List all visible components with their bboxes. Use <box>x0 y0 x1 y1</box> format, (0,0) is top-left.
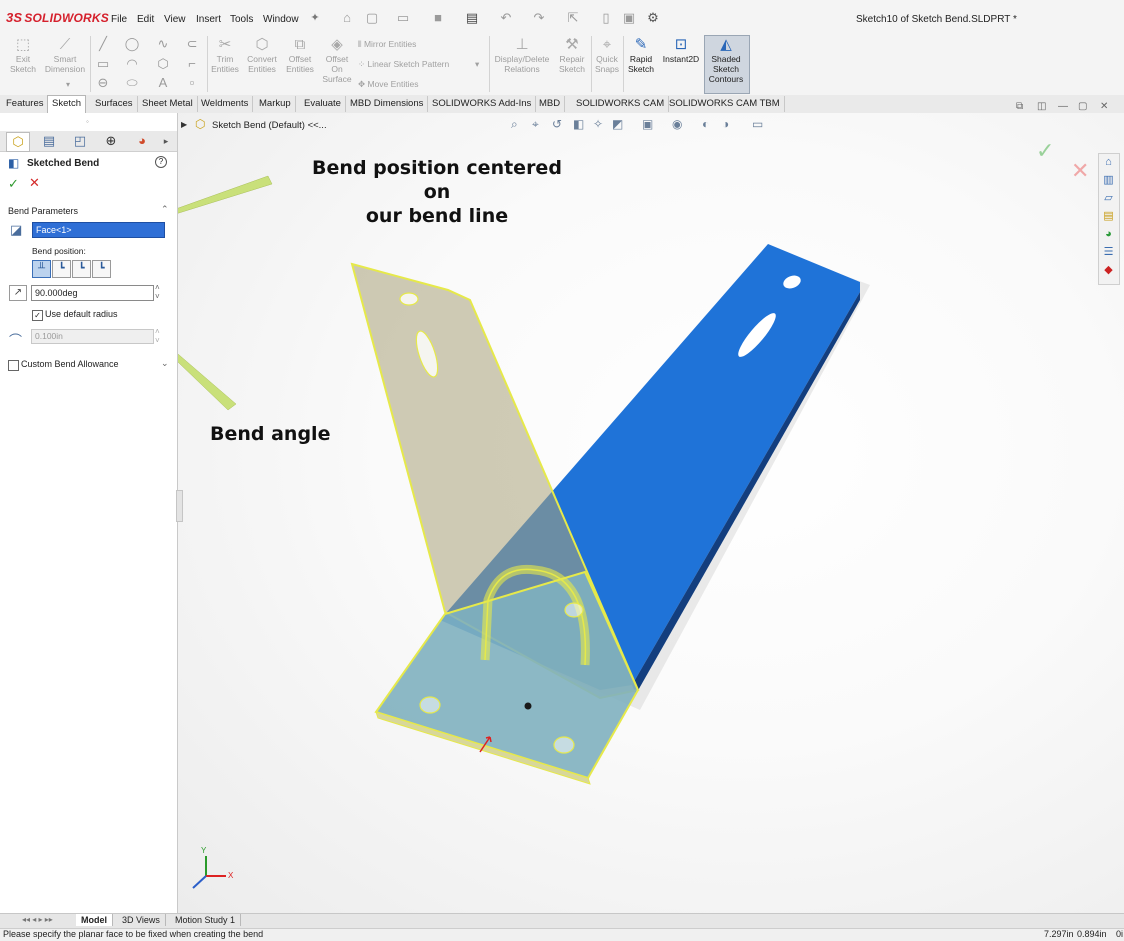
base-plate <box>374 570 640 780</box>
angle-spin-up-icon[interactable]: ˄ <box>155 283 160 292</box>
view-palette-icon[interactable]: ▤ <box>1101 209 1116 224</box>
zoom-area-icon[interactable]: ⌖ <box>532 117 539 132</box>
custom-bend-allowance-label: Custom Bend Allowance <box>21 359 119 369</box>
feature-tree-label[interactable]: Sketch Bend (Default) <<... <box>212 120 327 131</box>
panel-splitter-icon[interactable]: ◦ <box>86 117 89 126</box>
base-small-hole <box>524 702 532 710</box>
panel-resize-handle[interactable] <box>176 490 183 522</box>
sketched-bend-icon: ◧ <box>8 156 20 170</box>
tile-icon[interactable]: ⧉ <box>1016 101 1023 112</box>
view-settings-icon[interactable]: ▭ <box>752 117 763 131</box>
minimize-icon[interactable]: — <box>1058 101 1068 112</box>
base-hole-right <box>553 736 575 754</box>
confirm-ok-icon[interactable]: ✓ <box>1036 138 1054 164</box>
bend-radius-input[interactable]: 0.100in <box>31 329 154 344</box>
file-explorer-icon[interactable]: ▱ <box>1101 191 1116 206</box>
group-collapse-icon[interactable]: ⌃ <box>161 204 169 215</box>
zoom-to-fit-icon[interactable]: ⌕ <box>511 117 518 132</box>
tab-model[interactable]: Model <box>76 914 113 926</box>
custom-bend-allowance-expand-icon[interactable]: ⌄ <box>161 358 169 369</box>
upright-flange-hole <box>399 292 419 306</box>
bend-parameters-group-title: Bend Parameters <box>8 206 79 216</box>
annotation-bend-position-line-2: our bend line <box>365 205 509 227</box>
restore-pane-icon[interactable]: ◫ <box>1037 101 1046 112</box>
hide-show-items-icon[interactable]: ◉ <box>672 117 682 131</box>
close-icon[interactable]: ✕ <box>1100 101 1108 112</box>
bend-angle-icon: ↗ <box>9 285 27 301</box>
panel-tabs-more-icon[interactable]: ▸ <box>155 132 177 150</box>
tab-3d-views[interactable]: 3D Views <box>117 914 166 926</box>
edit-appearance-icon[interactable]: ◐ <box>702 117 709 131</box>
view-orientation-icon[interactable]: ◩ <box>612 117 623 131</box>
triad-y-label: Y <box>201 846 207 855</box>
status-z-coordinate: 0i <box>1116 929 1124 939</box>
status-y-coordinate: 0.894in <box>1077 929 1107 939</box>
part-icon: ⬡ <box>195 117 206 131</box>
property-manager-tab-icon[interactable]: ▤ <box>38 132 60 150</box>
custom-properties-icon[interactable]: ☰ <box>1101 245 1116 260</box>
use-default-radius-checkbox[interactable]: ✓ <box>32 310 43 321</box>
appearances-icon[interactable]: ◕ <box>1101 227 1116 242</box>
dynamic-annotation-icon[interactable]: ✧ <box>593 117 603 131</box>
solidworks-forum-icon[interactable]: ◆ <box>1101 263 1116 278</box>
apply-scene-icon[interactable]: ◑ <box>722 117 729 131</box>
bend-angle-input[interactable]: 90.000deg <box>31 285 154 301</box>
bottom-tab-bar <box>0 913 1124 928</box>
previous-view-icon[interactable]: ↺ <box>552 117 562 131</box>
ok-check-icon[interactable]: ✓ <box>8 176 19 192</box>
design-library-icon[interactable]: ▥ <box>1101 173 1116 188</box>
maximize-icon[interactable]: ▢ <box>1078 101 1087 112</box>
material-outside-button[interactable]: ┗ <box>72 260 91 278</box>
feature-manager-tab-icon[interactable]: ⬡ <box>6 132 30 152</box>
angle-spin-down-icon[interactable]: ˅ <box>155 292 160 301</box>
confirm-cancel-icon[interactable]: ✕ <box>1071 158 1089 184</box>
annotation-bend-position: Bend position centered on our bend line <box>306 156 568 228</box>
bend-centerline-button[interactable]: ╨ <box>32 260 51 278</box>
fixed-face-selection-field[interactable]: Face<1> <box>32 222 165 238</box>
annotation-bend-position-line-1: Bend position centered on <box>312 157 562 203</box>
tree-expand-icon[interactable]: ▶ <box>181 120 187 129</box>
display-style-icon[interactable]: ▣ <box>642 117 653 131</box>
use-default-radius-label: Use default radius <box>45 309 118 319</box>
triad-z-axis <box>192 875 207 889</box>
property-manager-title: Sketched Bend <box>27 158 100 169</box>
dimxpert-manager-tab-icon[interactable]: ⊕ <box>100 132 122 150</box>
triad-x-label: X <box>228 871 234 880</box>
bend-position-label: Bend position: <box>32 246 86 256</box>
bottom-scroll-arrows-icon[interactable]: ◂◂ ◂ ▸ ▸▸ <box>22 915 53 924</box>
tab-hole <box>564 602 584 618</box>
help-icon[interactable]: ? <box>155 156 167 168</box>
status-message: Please specify the planar face to be fix… <box>3 929 264 939</box>
bend-radius-icon: ⌒ <box>9 333 23 348</box>
cancel-x-icon[interactable]: ✕ <box>29 175 40 191</box>
custom-bend-allowance-checkbox[interactable] <box>8 360 19 371</box>
status-x-coordinate: 7.297in <box>1044 929 1074 939</box>
base-hole-left <box>419 696 441 714</box>
bend-outside-button[interactable]: ┗ <box>92 260 111 278</box>
section-view-icon[interactable]: ◧ <box>573 117 584 131</box>
tab-motion-study-1[interactable]: Motion Study 1 <box>170 914 242 926</box>
display-manager-tab-icon[interactable]: ◕ <box>131 132 153 150</box>
radius-spin-down-icon[interactable]: ˅ <box>155 336 160 345</box>
radius-spin-up-icon[interactable]: ˄ <box>155 327 160 336</box>
material-inside-button[interactable]: ┗ <box>52 260 71 278</box>
fixed-face-icon: ◪ <box>10 222 23 237</box>
solidworks-resources-icon[interactable]: ⌂ <box>1101 155 1116 170</box>
annotation-bend-angle: Bend angle <box>210 423 331 445</box>
configuration-manager-tab-icon[interactable]: ◰ <box>69 132 91 150</box>
